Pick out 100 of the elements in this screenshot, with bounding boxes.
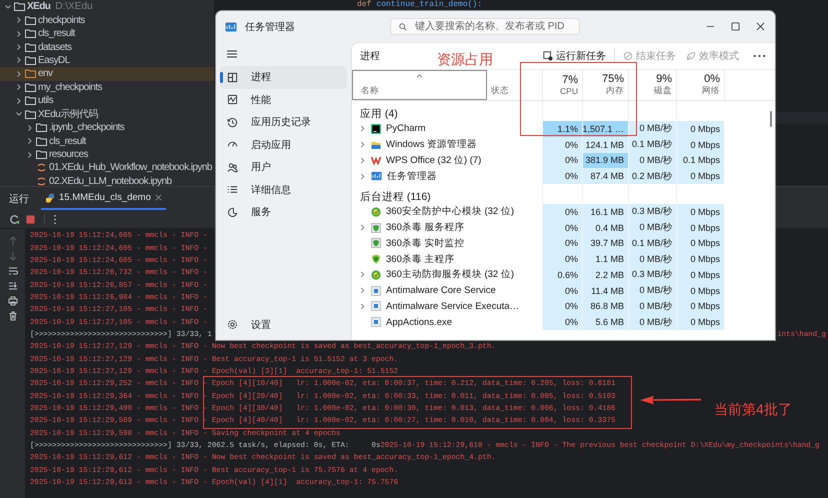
soft-wrap-icon[interactable]	[8, 266, 18, 276]
table-cell: 0.1 MB/秒	[628, 136, 676, 152]
panel-title: 运行	[9, 192, 29, 206]
table-cell: 16.1 MB	[582, 204, 628, 220]
tree-item-label[interactable]: XEdu示例代码	[38, 107, 98, 122]
column-header[interactable]: CPU	[560, 86, 578, 96]
users-icon	[227, 162, 238, 173]
column-header[interactable]: 名称	[352, 70, 487, 100]
process-name[interactable]: Antimalware Core Service	[386, 285, 496, 296]
nav-item[interactable]: 详细信息	[220, 178, 347, 201]
process-name[interactable]: Windows 资源管理器	[386, 138, 478, 152]
tree-item-label[interactable]: env	[38, 68, 52, 80]
table-cell: 0.1 Mbps	[676, 152, 724, 168]
chevron-right-icon[interactable]	[15, 43, 23, 52]
process-name[interactable]: 360杀毒 实时监控	[386, 236, 464, 250]
search-field[interactable]: 键入要搜索的名称、发布者或 PID	[390, 18, 580, 35]
nav-item[interactable]: 启动应用	[220, 134, 347, 156]
chevron-right-icon[interactable]	[15, 56, 23, 64]
chevron-right-icon[interactable]	[360, 224, 365, 232]
tree-item-label[interactable]: XEdu	[27, 1, 50, 12]
process-name[interactable]: PyCharm	[386, 123, 426, 134]
chevron-right-icon[interactable]	[360, 271, 365, 278]
close-icon[interactable]	[756, 22, 765, 31]
table-cell: 86.8 MB	[582, 298, 628, 314]
folder-icon	[25, 96, 36, 106]
chevron-right-icon[interactable]	[360, 172, 365, 180]
process-name[interactable]: 360安全防护中心模块 (32 位)	[386, 205, 514, 218]
nav-item[interactable]: 服务	[220, 201, 347, 224]
tree-item-label[interactable]: utils	[38, 95, 54, 106]
puzzle-icon	[227, 206, 238, 218]
search-icon	[399, 22, 407, 30]
chevron-right-icon[interactable]	[26, 137, 34, 146]
chevron-right-icon[interactable]	[15, 96, 23, 105]
process-name[interactable]: WPS Office (32 位) (7)	[386, 154, 482, 167]
chevron-right-icon[interactable]	[360, 156, 365, 164]
scroll-to-end-icon[interactable]	[8, 281, 18, 291]
tree-item-label[interactable]: resources	[49, 149, 88, 160]
run-tab[interactable]: 15.MMEdu_cls_demo	[41, 187, 166, 210]
code-keyword: def	[357, 0, 372, 9]
sort-caret-icon	[416, 74, 423, 78]
table-cell: 0 Mbps	[676, 282, 724, 298]
chevron-down-icon[interactable]	[15, 110, 23, 118]
tree-item-label[interactable]: datasets	[38, 42, 72, 53]
rerun-icon[interactable]	[9, 214, 20, 224]
process-name[interactable]: AppActions.exe	[386, 316, 452, 328]
tree-item-label[interactable]: 01.XEdu_Hub_Workflow_notebook.ipynb	[49, 162, 212, 174]
folder-icon	[36, 123, 47, 132]
window-icon	[371, 317, 381, 328]
page-title: 进程	[360, 50, 380, 63]
more-icon[interactable]	[753, 54, 766, 58]
maximize-icon[interactable]	[731, 22, 740, 31]
tree-item-label[interactable]: my_checkpoints	[38, 82, 102, 93]
trash-icon[interactable]	[8, 311, 18, 321]
nav-item[interactable]: 用户	[220, 156, 347, 178]
table-cell: 0 Mbps	[676, 236, 724, 252]
tree-item-label[interactable]: cls_result	[38, 28, 75, 40]
settings-nav-item[interactable]: 设置	[220, 314, 347, 336]
chevron-right-icon[interactable]	[26, 150, 34, 159]
list-icon	[227, 184, 238, 196]
tree-item-label[interactable]: checkpoints	[38, 14, 85, 26]
process-name[interactable]: 360主动防御服务模块 (32 位)	[386, 268, 514, 282]
folder-icon	[25, 110, 36, 119]
stop-icon[interactable]	[25, 214, 36, 224]
folder-icon	[25, 82, 36, 92]
folder-icon	[371, 140, 381, 150]
chevron-right-icon[interactable]	[360, 302, 365, 310]
nav-item[interactable]: 性能	[220, 88, 347, 111]
app-icon	[371, 124, 381, 134]
chevron-right-icon[interactable]	[15, 83, 23, 92]
process-name[interactable]: 360杀毒 主程序	[386, 252, 454, 266]
chevron-right-icon[interactable]	[360, 141, 365, 148]
column-header[interactable]: 内存	[606, 85, 624, 97]
nav-item[interactable]: 进程	[220, 66, 347, 88]
column-total: 7%	[562, 74, 578, 86]
chevron-right-icon[interactable]	[26, 124, 34, 132]
table-cell: 0 Mbps	[676, 267, 724, 283]
table-cell: 0 Mbps	[676, 136, 724, 152]
scrollbar-thumb[interactable]	[770, 111, 772, 127]
tree-item-label[interactable]: EasyDL	[38, 54, 70, 66]
chevron-right-icon[interactable]	[15, 16, 23, 24]
chevron-down-icon[interactable]	[4, 2, 12, 11]
process-name[interactable]: Antimalware Service Executa…	[386, 300, 520, 312]
settings-icon	[227, 319, 238, 330]
toolbar-button[interactable]: 运行新任务	[541, 50, 608, 62]
tree-item-label[interactable]: .ipynb_checkpoints	[49, 122, 124, 134]
menu-icon[interactable]	[226, 49, 238, 59]
chevron-right-icon[interactable]	[360, 287, 365, 294]
process-name[interactable]: 360杀毒 服务程序	[386, 221, 464, 234]
tree-item-label[interactable]: cls_result	[49, 136, 86, 147]
chevron-right-icon[interactable]	[15, 30, 23, 38]
column-header[interactable]: 磁盘	[654, 85, 672, 97]
chevron-right-icon[interactable]	[360, 125, 365, 132]
column-header[interactable]: 状态	[491, 85, 509, 97]
column-header[interactable]: 网络	[702, 85, 720, 97]
more-icon[interactable]	[53, 214, 57, 224]
process-name[interactable]: 任务管理器	[387, 170, 437, 183]
print-icon[interactable]	[8, 296, 18, 306]
tree-item-label[interactable]: 02.XEdu_LLM_notebook.ipynb	[49, 176, 172, 187]
nav-item[interactable]: 应用历史记录	[220, 111, 347, 134]
chevron-right-icon[interactable]	[15, 70, 23, 78]
